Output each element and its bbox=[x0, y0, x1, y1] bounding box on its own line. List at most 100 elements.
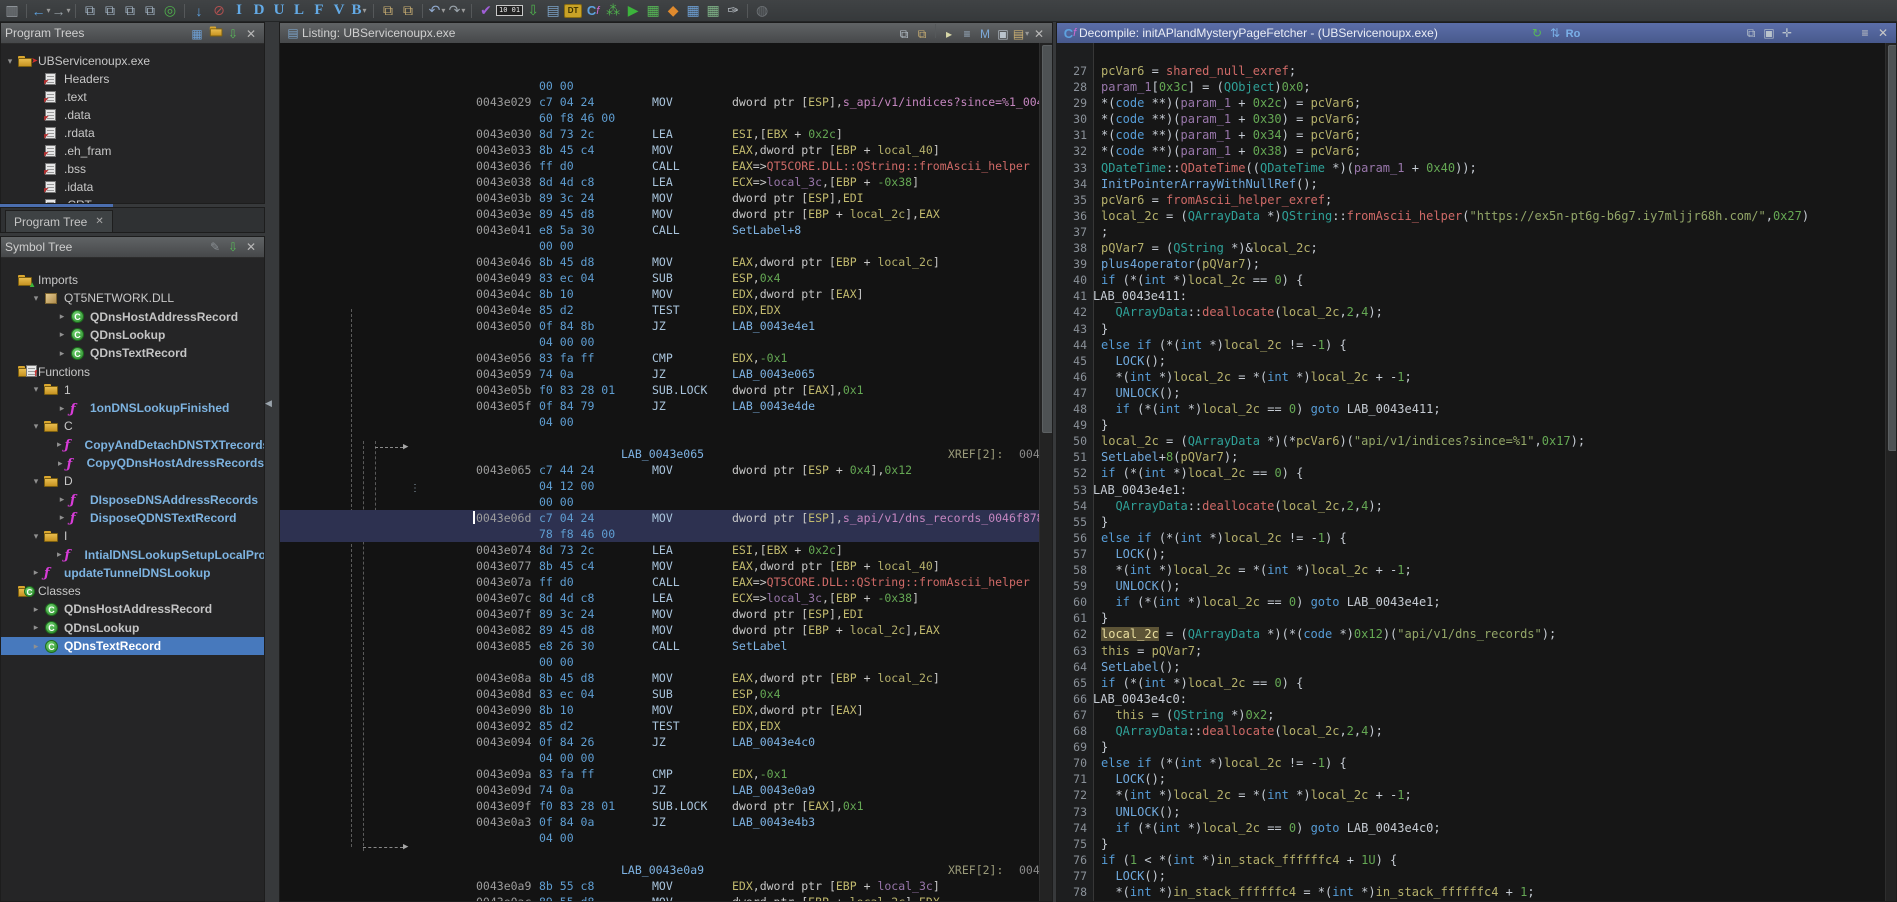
decompile-code-line[interactable]: *(code **)(param_1 + 0x34) = pcVar6; bbox=[1101, 127, 1361, 143]
asm-operand[interactable]: ESP,0x4 bbox=[732, 686, 781, 702]
chevron-right-icon[interactable]: ▸ bbox=[57, 329, 67, 340]
listing-row[interactable]: 60 f8 46 00 bbox=[280, 110, 1052, 126]
chevron-down-icon[interactable]: ▾ bbox=[31, 421, 41, 432]
asm-address[interactable]: 0043e07a bbox=[476, 574, 531, 590]
asm-mnemonic[interactable]: MOV bbox=[652, 94, 673, 110]
decompile-code-line[interactable]: else if (*(int *)local_2c != -1) { bbox=[1101, 755, 1347, 771]
menu-icon[interactable]: ≡ bbox=[1856, 25, 1874, 41]
asm-operand[interactable]: dword ptr [EBP + local_2c],EAX bbox=[732, 622, 940, 638]
decompile-code-line[interactable]: param_1[0x3c] = (QObject)0x0; bbox=[1101, 79, 1311, 95]
listing-row[interactable]: 0043e05974 0aJZLAB_0043e065 bbox=[280, 366, 1052, 382]
asm-address[interactable]: 0043e029 bbox=[476, 94, 531, 110]
asm-operand[interactable]: EDX,EDX bbox=[732, 718, 781, 734]
program-tree-item-headers[interactable]: ◤Headers bbox=[1, 70, 264, 88]
listing-row[interactable]: 0043e0a98b 55 c8MOVEDX,dword ptr [EBP + … bbox=[280, 878, 1052, 894]
asm-address[interactable]: 0043e046 bbox=[476, 254, 531, 270]
asm-bytes[interactable]: 8b 55 c8 bbox=[539, 878, 594, 894]
decompile-code-line[interactable]: LOCK(); bbox=[1101, 353, 1166, 369]
asm-bytes[interactable]: 83 fa ff bbox=[539, 350, 594, 366]
asm-address[interactable]: 0043e05b bbox=[476, 382, 531, 398]
decompile-code-line[interactable]: local_2c = (QArrayData *)(*(code *)0x12)… bbox=[1101, 626, 1556, 642]
listing-row[interactable]: 0043e07f89 3c 24MOVdword ptr [ESP],EDI bbox=[280, 606, 1052, 622]
chevron-right-icon[interactable]: ▸ bbox=[31, 604, 41, 615]
listing-row[interactable]: 0043e07c8d 4d c8LEAECX=>local_3c,[EBP + … bbox=[280, 590, 1052, 606]
asm-bytes[interactable]: 85 d2 bbox=[539, 718, 574, 734]
symbol-tree-item-qdnslookup[interactable]: ▸CQDnsLookup bbox=[1, 619, 264, 637]
asm-address[interactable]: 0043e09a bbox=[476, 766, 531, 782]
listing-row[interactable]: 0043e041e8 5a 30CALLSetLabel+8 bbox=[280, 222, 1052, 238]
listing-row[interactable]: 0043e03e89 45 d8MOVdword ptr [EBP + loca… bbox=[280, 206, 1052, 222]
decompile-code-line[interactable]: if (*(int *)local_2c == 0) goto LAB_0043… bbox=[1101, 820, 1441, 836]
toggle-fields-icon[interactable]: ≡ bbox=[958, 26, 976, 42]
asm-bytes[interactable]: 04 12 00 bbox=[539, 478, 594, 494]
listing-row[interactable]: 0043e0778b 45 c4MOVEAX,dword ptr [EBP + … bbox=[280, 558, 1052, 574]
listing-label-row[interactable]: LAB_0043e065XREF[2]:0043 bbox=[280, 446, 1052, 462]
asm-mnemonic[interactable]: CALL bbox=[652, 574, 680, 590]
decompile-code-line[interactable]: if (*(int *)local_2c == 0) { bbox=[1101, 675, 1303, 691]
listing-row[interactable]: 0043e0388d 4d c8LEAECX=>local_3c,[EBP + … bbox=[280, 174, 1052, 190]
decompile-code-line[interactable]: LOCK(); bbox=[1101, 771, 1166, 787]
symbol-tree-item-qdnslookup[interactable]: ▸CQDnsLookup bbox=[1, 326, 264, 344]
symbol-tree-item-qt5network-dll[interactable]: ▾QT5NETWORK.DLL bbox=[1, 289, 264, 307]
asm-address[interactable]: 0043e056 bbox=[476, 350, 531, 366]
copy-icon[interactable]: ⧉ bbox=[1742, 25, 1760, 41]
asm-mnemonic[interactable]: CMP bbox=[652, 350, 673, 366]
listing-row[interactable]: 0043e05bf0 83 28 01SUB.LOCKdword ptr [EA… bbox=[280, 382, 1052, 398]
asm-address[interactable]: 0043e07f bbox=[476, 606, 531, 622]
asm-operand[interactable]: EAX=>QT5CORE.DLL::QString::fromAscii_hel… bbox=[732, 158, 1030, 174]
tab-close-icon[interactable]: ✕ bbox=[95, 216, 103, 227]
asm-address[interactable]: 0043e0a9 bbox=[476, 878, 531, 894]
decompile-code-line[interactable]: } bbox=[1101, 514, 1108, 530]
decompile-label-line[interactable]: LAB_0043e4e1: bbox=[1093, 482, 1187, 498]
asm-operand[interactable]: EDX,-0x1 bbox=[732, 766, 787, 782]
asm-operand[interactable]: LAB_0043e4de bbox=[732, 398, 815, 414]
asm-bytes[interactable]: 8b 45 d8 bbox=[539, 254, 594, 270]
listing-row[interactable]: 0043e0ac89 55 d8MOVdword ptr [EBP + loca… bbox=[280, 894, 1052, 901]
asm-bytes[interactable]: 00 00 bbox=[539, 78, 574, 94]
asm-mnemonic[interactable]: LEA bbox=[652, 542, 673, 558]
asm-address[interactable]: 0043e090 bbox=[476, 702, 531, 718]
chevron-down-icon[interactable]: ▾ bbox=[31, 384, 41, 395]
decompile-code-line[interactable]: UNLOCK(); bbox=[1101, 900, 1181, 901]
asm-bytes[interactable]: 00 00 bbox=[539, 494, 574, 510]
asm-bytes[interactable]: 83 fa ff bbox=[539, 766, 594, 782]
asm-address[interactable]: 0043e085 bbox=[476, 638, 531, 654]
asm-bytes[interactable]: 83 ec 04 bbox=[539, 270, 594, 286]
listing-row[interactable]: 0043e08d83 ec 04SUBESP,0x4 bbox=[280, 686, 1052, 702]
asm-bytes[interactable]: 89 45 d8 bbox=[539, 206, 594, 222]
decompile-code-line[interactable]: local_2c = (QArrayData *)QString::fromAs… bbox=[1101, 208, 1809, 224]
asm-bytes[interactable]: 74 0a bbox=[539, 782, 574, 798]
program-trees-header[interactable]: Program Trees ▦⇩✕ bbox=[1, 23, 264, 44]
forward-button-dropdown[interactable]: ▾ bbox=[66, 6, 70, 15]
asm-mnemonic[interactable]: MOV bbox=[652, 702, 673, 718]
asm-operand[interactable]: dword ptr [EAX],0x1 bbox=[732, 798, 864, 814]
asm-operand[interactable]: EDX,dword ptr [EAX] bbox=[732, 286, 864, 302]
asm-operand[interactable]: EDX,-0x1 bbox=[732, 350, 787, 366]
asm-operand[interactable]: EDX,dword ptr [EBP + local_3c] bbox=[732, 878, 940, 894]
decompile-code-line[interactable]: else if (*(int *)local_2c != -1) { bbox=[1101, 530, 1347, 546]
listing-row[interactable]: 00 00 bbox=[280, 78, 1052, 94]
pin-icon[interactable]: ✛ bbox=[1778, 25, 1796, 41]
validate-icon[interactable]: ✔ bbox=[476, 2, 496, 20]
asm-bytes[interactable]: 8b 10 bbox=[539, 702, 574, 718]
asm-bytes[interactable]: 0f 84 8b bbox=[539, 318, 594, 334]
decompile-scrollbar-thumb[interactable] bbox=[1888, 45, 1896, 451]
asm-bytes[interactable]: e8 26 30 bbox=[539, 638, 594, 654]
listing-row[interactable]: 0043e0940f 84 26JZLAB_0043e4c0 bbox=[280, 734, 1052, 750]
asm-operand[interactable]: SetLabel+8 bbox=[732, 222, 801, 238]
decompile-code-line[interactable]: *(int *)local_2c = *(int *)local_2c + -1… bbox=[1101, 369, 1412, 385]
table-icon[interactable]: ▦ bbox=[683, 2, 703, 20]
asm-mnemonic[interactable]: CALL bbox=[652, 222, 680, 238]
program-tree-item--rdata[interactable]: ◤.rdata bbox=[1, 124, 264, 142]
listing-row[interactable]: 0043e029c7 04 24MOVdword ptr [ESP],s_api… bbox=[280, 94, 1052, 110]
symbol-tree-item-disposednsaddressrecords[interactable]: ▸ƒDIsposeDNSAddressRecords bbox=[1, 491, 264, 509]
listing-scrollbar-thumb[interactable] bbox=[1042, 45, 1052, 433]
undo-button-dropdown[interactable]: ▾ bbox=[441, 6, 445, 15]
asm-bytes[interactable]: 8b 45 d8 bbox=[539, 670, 594, 686]
asm-address[interactable]: 0043e033 bbox=[476, 142, 531, 158]
asm-bytes[interactable]: c7 04 24 bbox=[539, 94, 594, 110]
asm-operand[interactable]: dword ptr [EBP + local_2c],EAX bbox=[732, 206, 940, 222]
decompile-code-line[interactable]: LOCK(); bbox=[1101, 868, 1166, 884]
listing-row[interactable]: 0043e07aff d0CALLEAX=>QT5CORE.DLL::QStri… bbox=[280, 574, 1052, 590]
listing-row[interactable]: 0043e04983 ec 04SUBESP,0x4 bbox=[280, 270, 1052, 286]
